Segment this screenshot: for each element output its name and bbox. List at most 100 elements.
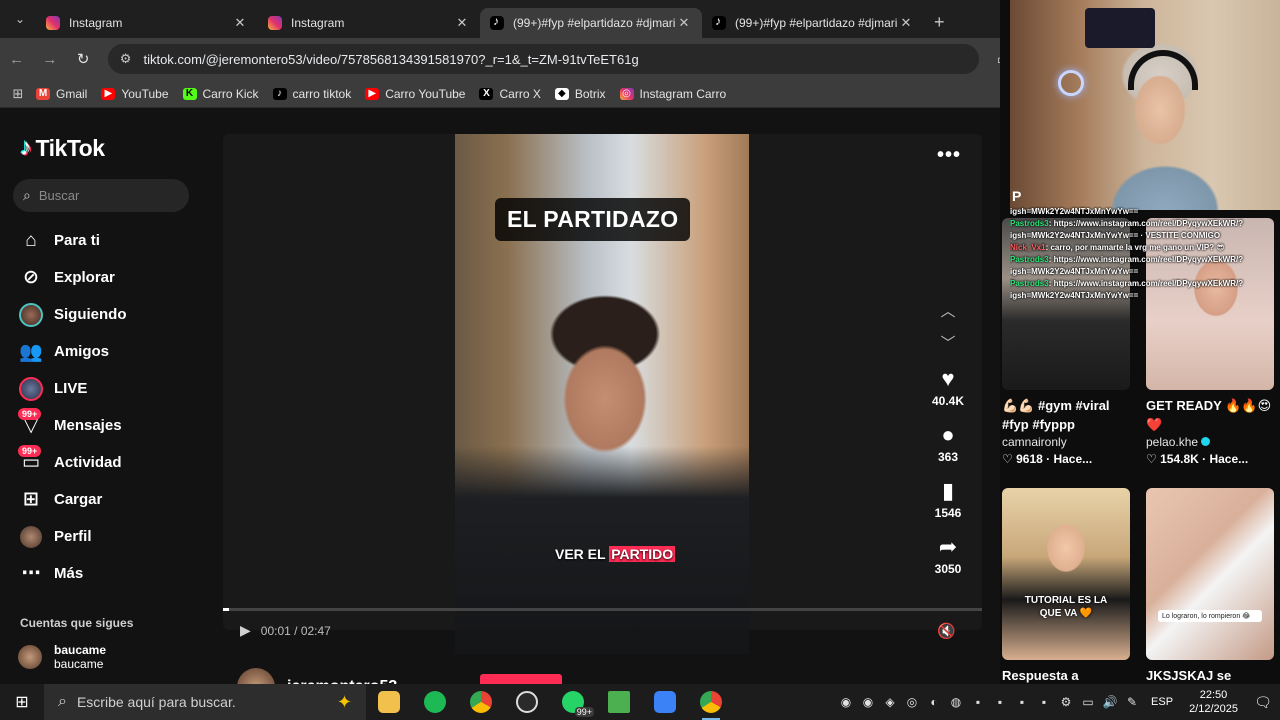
app-tray-icon[interactable]: ▪ [1033, 695, 1055, 709]
settings-tray-icon[interactable]: ⚙ [1055, 695, 1077, 709]
sidebar-item-perfil[interactable]: Perfil [16, 518, 127, 555]
chrome-icon[interactable] [458, 684, 504, 720]
steam-tray-icon[interactable]: ◍ [945, 695, 967, 709]
network-tray-icon[interactable]: ▭ [1077, 695, 1099, 709]
bookmark-instagram-carro[interactable]: ◎ Instagram Carro [619, 87, 726, 101]
chrome-active-icon[interactable] [688, 684, 734, 720]
clock-time: 22:50 [1199, 689, 1228, 701]
windows-start-icon[interactable]: ⊞ [0, 692, 44, 712]
messages-icon: ▽ 99+ [16, 407, 46, 438]
sidebar-item-explorar[interactable]: ⊘ Explorar [16, 259, 127, 296]
tab-tiktok-2[interactable]: (99+)#fyp #elpartidazo #djmari ✕ [702, 8, 924, 38]
save-button[interactable]: ▮ 1546 [925, 478, 971, 520]
tab-search-dropdown-icon[interactable]: ⌄ [4, 5, 36, 33]
url-field[interactable]: ⚙ tiktok.com/@jeremontero53/video/757856… [107, 44, 979, 74]
obs-icon[interactable] [504, 684, 550, 720]
minecraft-icon[interactable] [596, 684, 642, 720]
reload-icon[interactable]: ↻ [67, 50, 100, 68]
bookmark-botrix[interactable]: ◆ Botrix [554, 87, 606, 101]
language-indicator[interactable]: ESP [1151, 696, 1173, 708]
app-tray-icon[interactable]: ▪ [1011, 695, 1033, 709]
bookmark-icon: ▮ [941, 478, 955, 503]
like-button[interactable]: ♥ 40.4K [925, 366, 971, 408]
sidebar-item-mas[interactable]: ⋯ Más [16, 555, 127, 592]
sidebar-item-live[interactable]: LIVE [16, 370, 127, 407]
tiktok-logo[interactable]: ♪ TikTok [20, 134, 105, 162]
like-count: 40.4K [931, 394, 965, 408]
sidebar-item-cargar[interactable]: ⊞ Cargar [16, 481, 127, 518]
new-tab-button[interactable]: + [934, 12, 945, 33]
app-tray-icon[interactable]: ▪ [989, 695, 1011, 709]
vpn-tray-icon[interactable]: ◎ [901, 695, 923, 709]
bookmark-carro-x[interactable]: X Carro X [479, 87, 541, 101]
tab-title: (99+)#fyp #elpartidazo #djmari [513, 16, 676, 30]
video-card[interactable]: TUTORIAL ES LA QUE VA 🧡 Respuesta a [1002, 488, 1130, 684]
card-caption: JKSJSKAJ se [1146, 668, 1232, 683]
card-caption: Respuesta a [1002, 668, 1079, 683]
bookmark-carro-kick[interactable]: K Carro Kick [182, 87, 259, 101]
sidebar-item-amigos[interactable]: 👥 Amigos [16, 333, 127, 370]
sidebar-item-actividad[interactable]: ▭ 99+ Actividad [16, 444, 127, 481]
share-button[interactable]: ➦ 3050 [925, 534, 971, 576]
sidebar-item-label: Siguiendo [54, 306, 127, 323]
pen-tray-icon[interactable]: ✎ [1121, 695, 1143, 709]
card-time: Hace... [1209, 452, 1249, 466]
volume-muted-icon[interactable]: 🔇 [937, 622, 956, 640]
tab-instagram-2[interactable]: Instagram ✕ [258, 8, 480, 38]
instagram-icon [46, 16, 60, 30]
creator-info[interactable]: jeremontero53 [237, 668, 397, 684]
volume-tray-icon[interactable]: 🔊 [1099, 695, 1121, 709]
taskbar-search[interactable]: ⌕ Escribe aquí para buscar. ✦ [44, 684, 366, 720]
comment-button[interactable]: ● 363 [925, 422, 971, 464]
site-info-icon[interactable]: ⚙ [120, 51, 132, 67]
video-player[interactable]: EL PARTIDAZO VER EL PARTIDO [455, 134, 749, 654]
bookmark-carro-youtube[interactable]: ▶ Carro YouTube [365, 87, 465, 101]
tiktok-icon [712, 14, 726, 30]
upload-icon: ⊞ [23, 489, 39, 510]
bookmark-gmail[interactable]: M Gmail [36, 87, 87, 101]
app-tray-icon[interactable]: ◈ [879, 695, 901, 709]
close-icon[interactable]: ✕ [898, 15, 914, 31]
file-explorer-icon[interactable] [366, 684, 412, 720]
forward-icon[interactable]: → [33, 51, 66, 68]
caption-prefix: VER EL [555, 546, 610, 562]
whatsapp-icon[interactable]: 99+ [550, 684, 596, 720]
close-icon[interactable]: ✕ [454, 15, 470, 31]
whatsapp-tray-icon[interactable]: ◉ [835, 695, 857, 709]
video-title-overlay: EL PARTIDAZO [495, 198, 691, 241]
spotify-icon[interactable] [412, 684, 458, 720]
activity-icon: ▭ 99+ [16, 444, 46, 475]
tab-tiktok-active[interactable]: (99+)#fyp #elpartidazo #djmari ✕ [480, 8, 702, 38]
chevron-down-icon[interactable]: ﹀ [937, 332, 959, 353]
card-username: camnaironly [1002, 435, 1067, 449]
play-icon[interactable]: ▶ [240, 622, 251, 639]
following-header: Cuentas que sigues [20, 616, 134, 630]
bookmark-carro-tiktok[interactable]: ♪ carro tiktok [272, 87, 351, 101]
video-thumbnail: TUTORIAL ES LA QUE VA 🧡 [1002, 488, 1130, 660]
clock[interactable]: 22:50 2/12/2025 [1189, 688, 1238, 716]
sidebar-item-mensajes[interactable]: ▽ 99+ Mensajes [16, 407, 127, 444]
close-icon[interactable]: ✕ [232, 15, 248, 31]
app-tray-icon[interactable]: ▪ [967, 695, 989, 709]
chat-line: Pastrods3: https://www.instagram.com/ree… [1010, 254, 1272, 266]
sidebar-item-para-ti[interactable]: ⌂ Para ti [16, 222, 127, 259]
store-icon[interactable] [642, 684, 688, 720]
tab-instagram-1[interactable]: Instagram ✕ [36, 8, 258, 38]
back-icon[interactable]: ← [0, 51, 33, 68]
more-options-icon[interactable]: ••• [937, 144, 961, 167]
following-account[interactable]: baucame baucame [18, 643, 106, 671]
apps-grid-icon[interactable]: ⊞ [0, 86, 36, 102]
chevron-up-icon[interactable]: ︿ [937, 300, 959, 321]
video-progress-bar[interactable] [223, 608, 982, 611]
close-icon[interactable]: ✕ [676, 15, 692, 31]
bookmark-youtube[interactable]: ▶ YouTube [101, 87, 169, 101]
sidebar-item-siguiendo[interactable]: Siguiendo [16, 296, 127, 333]
follow-button[interactable] [480, 674, 562, 684]
bookmarks-bar: ⊞ M Gmail ▶ YouTube K Carro Kick ♪ carro tik… [0, 80, 1010, 108]
discord-tray-icon[interactable]: ◐ [923, 695, 945, 709]
notifications-icon[interactable]: 🗨 [1246, 694, 1280, 711]
spotify-tray-icon[interactable]: ◉ [857, 695, 879, 709]
video-card[interactable]: Lo lograron, lo rompieron 😂 JKSJSKAJ se [1146, 488, 1274, 684]
search-box[interactable]: ⌕ [13, 179, 189, 212]
search-input[interactable] [38, 188, 179, 203]
